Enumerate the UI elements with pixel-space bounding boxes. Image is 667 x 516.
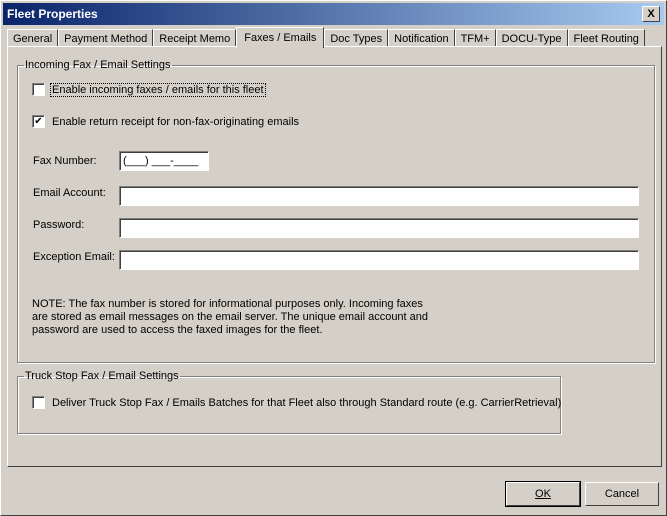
enable-incoming-label: Enable incoming faxes / emails for this … [50,82,266,97]
tab-payment-method[interactable]: Payment Method [58,29,154,47]
password-field[interactable] [119,218,639,238]
tab-tfm-plus[interactable]: TFM+ [454,29,496,47]
tab-strip: General Payment Method Receipt Memo Faxe… [7,27,645,48]
enable-incoming-row[interactable]: Enable incoming faxes / emails for this … [32,82,266,97]
incoming-settings-legend: Incoming Fax / Email Settings [25,59,171,71]
email-account-field[interactable] [119,186,639,206]
tab-notification[interactable]: Notification [388,29,455,47]
checkmark-icon: ✔ [34,115,43,127]
fax-note-text: NOTE: The fax number is stored for infor… [32,298,429,336]
deliver-truckstop-row[interactable]: Deliver Truck Stop Fax / Emails Batches … [32,396,562,409]
window-title: Fleet Properties [7,7,98,21]
close-button[interactable]: X [642,6,660,22]
fax-number-label: Fax Number: [33,155,97,167]
deliver-truckstop-checkbox[interactable] [32,396,45,409]
tab-receipt-memo[interactable]: Receipt Memo [153,29,237,47]
title-bar[interactable]: Fleet Properties X [3,3,664,25]
enable-receipt-label: Enable return receipt for non-fax-origin… [52,115,300,128]
truckstop-settings-legend: Truck Stop Fax / Email Settings [25,370,179,382]
enable-incoming-checkbox[interactable] [32,83,45,96]
exception-email-field[interactable] [119,250,639,270]
password-label: Password: [33,219,85,231]
fax-number-field[interactable] [119,151,209,171]
exception-email-label: Exception Email: [33,251,115,263]
tab-faxes-emails[interactable]: Faxes / Emails [236,27,325,48]
tab-docu-type[interactable]: DOCU-Type [495,29,568,47]
cancel-button[interactable]: Cancel [585,482,659,506]
deliver-truckstop-label: Deliver Truck Stop Fax / Emails Batches … [52,396,562,409]
enable-receipt-checkbox[interactable]: ✔ [32,115,45,128]
close-icon: X [647,7,655,20]
tab-doc-types[interactable]: Doc Types [324,29,389,47]
tab-fleet-routing[interactable]: Fleet Routing [567,29,645,47]
tab-general[interactable]: General [7,29,59,47]
fleet-properties-dialog: Fleet Properties X General Payment Metho… [0,0,667,516]
enable-receipt-row[interactable]: ✔ Enable return receipt for non-fax-orig… [32,115,300,128]
faxes-emails-panel: Incoming Fax / Email Settings Enable inc… [7,46,662,467]
email-account-label: Email Account: [33,187,106,199]
ok-button[interactable]: OK [505,481,581,507]
